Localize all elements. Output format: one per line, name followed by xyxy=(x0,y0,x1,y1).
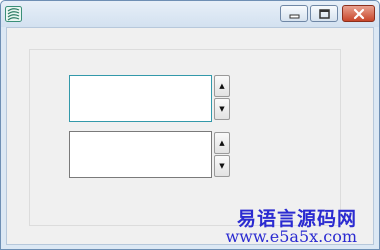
app-icon[interactable] xyxy=(5,6,22,22)
app-window: ▲ ▼ ▲ ▼ 易语言源码网 www.e5a5x.com xyxy=(0,0,380,250)
close-icon xyxy=(353,8,365,20)
minimize-button[interactable] xyxy=(280,5,308,22)
spin-down-button-2[interactable]: ▼ xyxy=(214,155,230,177)
watermark-url: www.e5a5x.com xyxy=(225,227,357,246)
minimize-icon xyxy=(289,14,300,19)
spin-down-button-1[interactable]: ▼ xyxy=(214,98,230,120)
up-arrow-icon: ▲ xyxy=(219,139,225,147)
close-button[interactable] xyxy=(342,5,375,22)
numeric-textbox-1[interactable] xyxy=(69,75,212,122)
down-arrow-icon: ▼ xyxy=(219,162,225,170)
title-bar[interactable] xyxy=(1,1,379,27)
down-arrow-icon: ▼ xyxy=(219,105,225,113)
spin-up-button-2[interactable]: ▲ xyxy=(214,132,230,154)
maximize-icon xyxy=(319,9,330,19)
maximize-button[interactable] xyxy=(310,5,338,22)
spin-up-button-1[interactable]: ▲ xyxy=(214,75,230,97)
up-arrow-icon: ▲ xyxy=(219,82,225,90)
numeric-textbox-2[interactable] xyxy=(69,131,212,178)
